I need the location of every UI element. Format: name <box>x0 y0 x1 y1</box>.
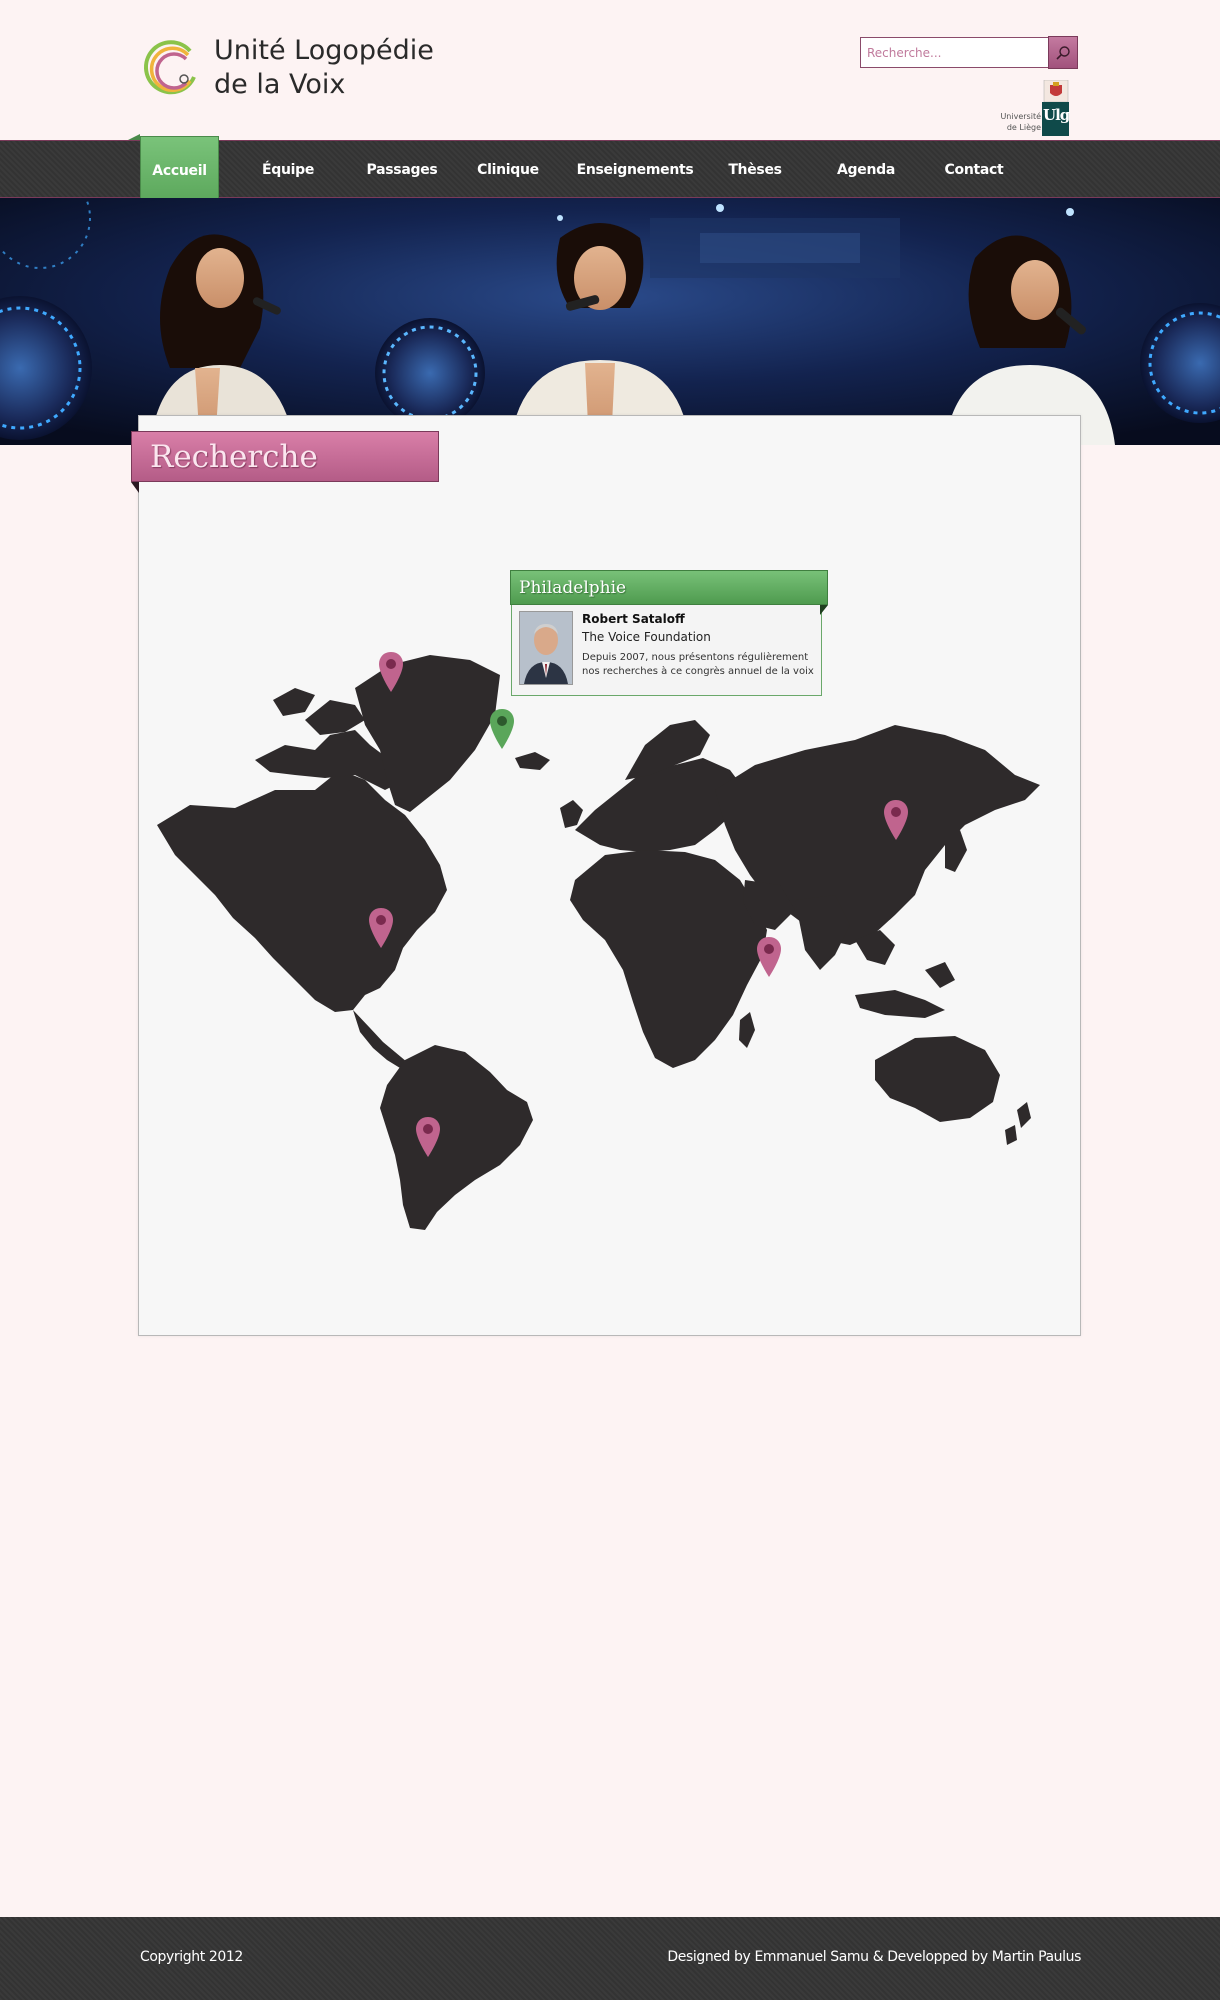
search-button[interactable] <box>1048 36 1078 69</box>
university-line-1: Université <box>1000 112 1041 121</box>
continent-africa <box>570 850 767 1068</box>
university-line-2: de Liège <box>1006 123 1041 132</box>
search-input[interactable] <box>861 38 1048 67</box>
ribbon-fold <box>131 482 139 493</box>
nav-item-passages[interactable]: Passages <box>362 141 442 199</box>
map-pin-arctic[interactable] <box>378 650 404 694</box>
nav-item-equipe[interactable]: Équipe <box>248 141 328 199</box>
site-header: Unité Logopédie de la Voix Ulg Universit… <box>0 0 1220 140</box>
popup-body: Robert Sataloff The Voice Foundation Dep… <box>511 605 822 696</box>
site-logo[interactable]: Unité Logopédie de la Voix <box>140 34 434 102</box>
page-title-ribbon: Recherche <box>131 431 439 482</box>
hero-banner <box>0 198 1220 445</box>
continent-greenland <box>355 655 500 812</box>
location-popup: Philadelphie Robert Sataloff The Voice F… <box>510 570 828 696</box>
page-title: Recherche <box>150 438 318 475</box>
nav-item-enseignements[interactable]: Enseignements <box>577 141 694 199</box>
popup-text: Robert Sataloff The Voice Foundation Dep… <box>582 611 815 685</box>
nav-item-clinique[interactable]: Clinique <box>468 141 548 199</box>
map-pin-siberia[interactable] <box>883 798 909 842</box>
map-pin-asia[interactable] <box>756 935 782 979</box>
university-logo[interactable]: Ulg Université de Liège <box>993 80 1071 138</box>
nav-item-contact[interactable]: Contact <box>934 141 1014 199</box>
copyright-text: Copyright 2012 <box>140 1949 243 1965</box>
search-box <box>860 36 1078 69</box>
logo-rings-icon <box>143 40 196 95</box>
site-footer: Copyright 2012 Designed by Emmanuel Samu… <box>0 1917 1220 2000</box>
university-name: Université de Liège <box>993 111 1041 133</box>
popup-city: Philadelphie <box>510 570 828 605</box>
nav-item-agenda[interactable]: Agenda <box>826 141 906 199</box>
person-photo <box>519 611 573 685</box>
university-logo-letters: Ulg <box>1043 106 1070 124</box>
world-map <box>157 655 1040 1230</box>
logo-line-1: Unité Logopédie <box>214 35 434 66</box>
continent-south-america <box>380 1045 533 1230</box>
nav-item-accueil[interactable]: Accueil <box>140 136 219 206</box>
nav-item-theses[interactable]: Thèses <box>715 141 795 199</box>
popup-description: Depuis 2007, nous présentons régulièreme… <box>582 652 814 677</box>
person-name: Robert Sataloff <box>582 612 685 626</box>
map-pin-philadelphia-selected[interactable] <box>489 707 515 751</box>
person-organization: The Voice Foundation <box>582 630 711 644</box>
search-icon <box>1056 45 1070 60</box>
continent-australia <box>875 1036 1000 1122</box>
person-portrait-icon <box>520 612 572 684</box>
popup-fold <box>820 605 828 615</box>
credits-text: Designed by Emmanuel Samu & Developped b… <box>667 1949 1081 1965</box>
map-pin-north-america[interactable] <box>368 906 394 950</box>
logo-text: Unité Logopédie de la Voix <box>214 34 434 102</box>
logo-line-2: de la Voix <box>214 69 346 100</box>
main-nav: Accueil Équipe Passages Clinique Enseign… <box>0 136 1220 206</box>
concert-banner-image <box>0 198 1220 445</box>
map-pin-south-america[interactable] <box>415 1115 441 1159</box>
